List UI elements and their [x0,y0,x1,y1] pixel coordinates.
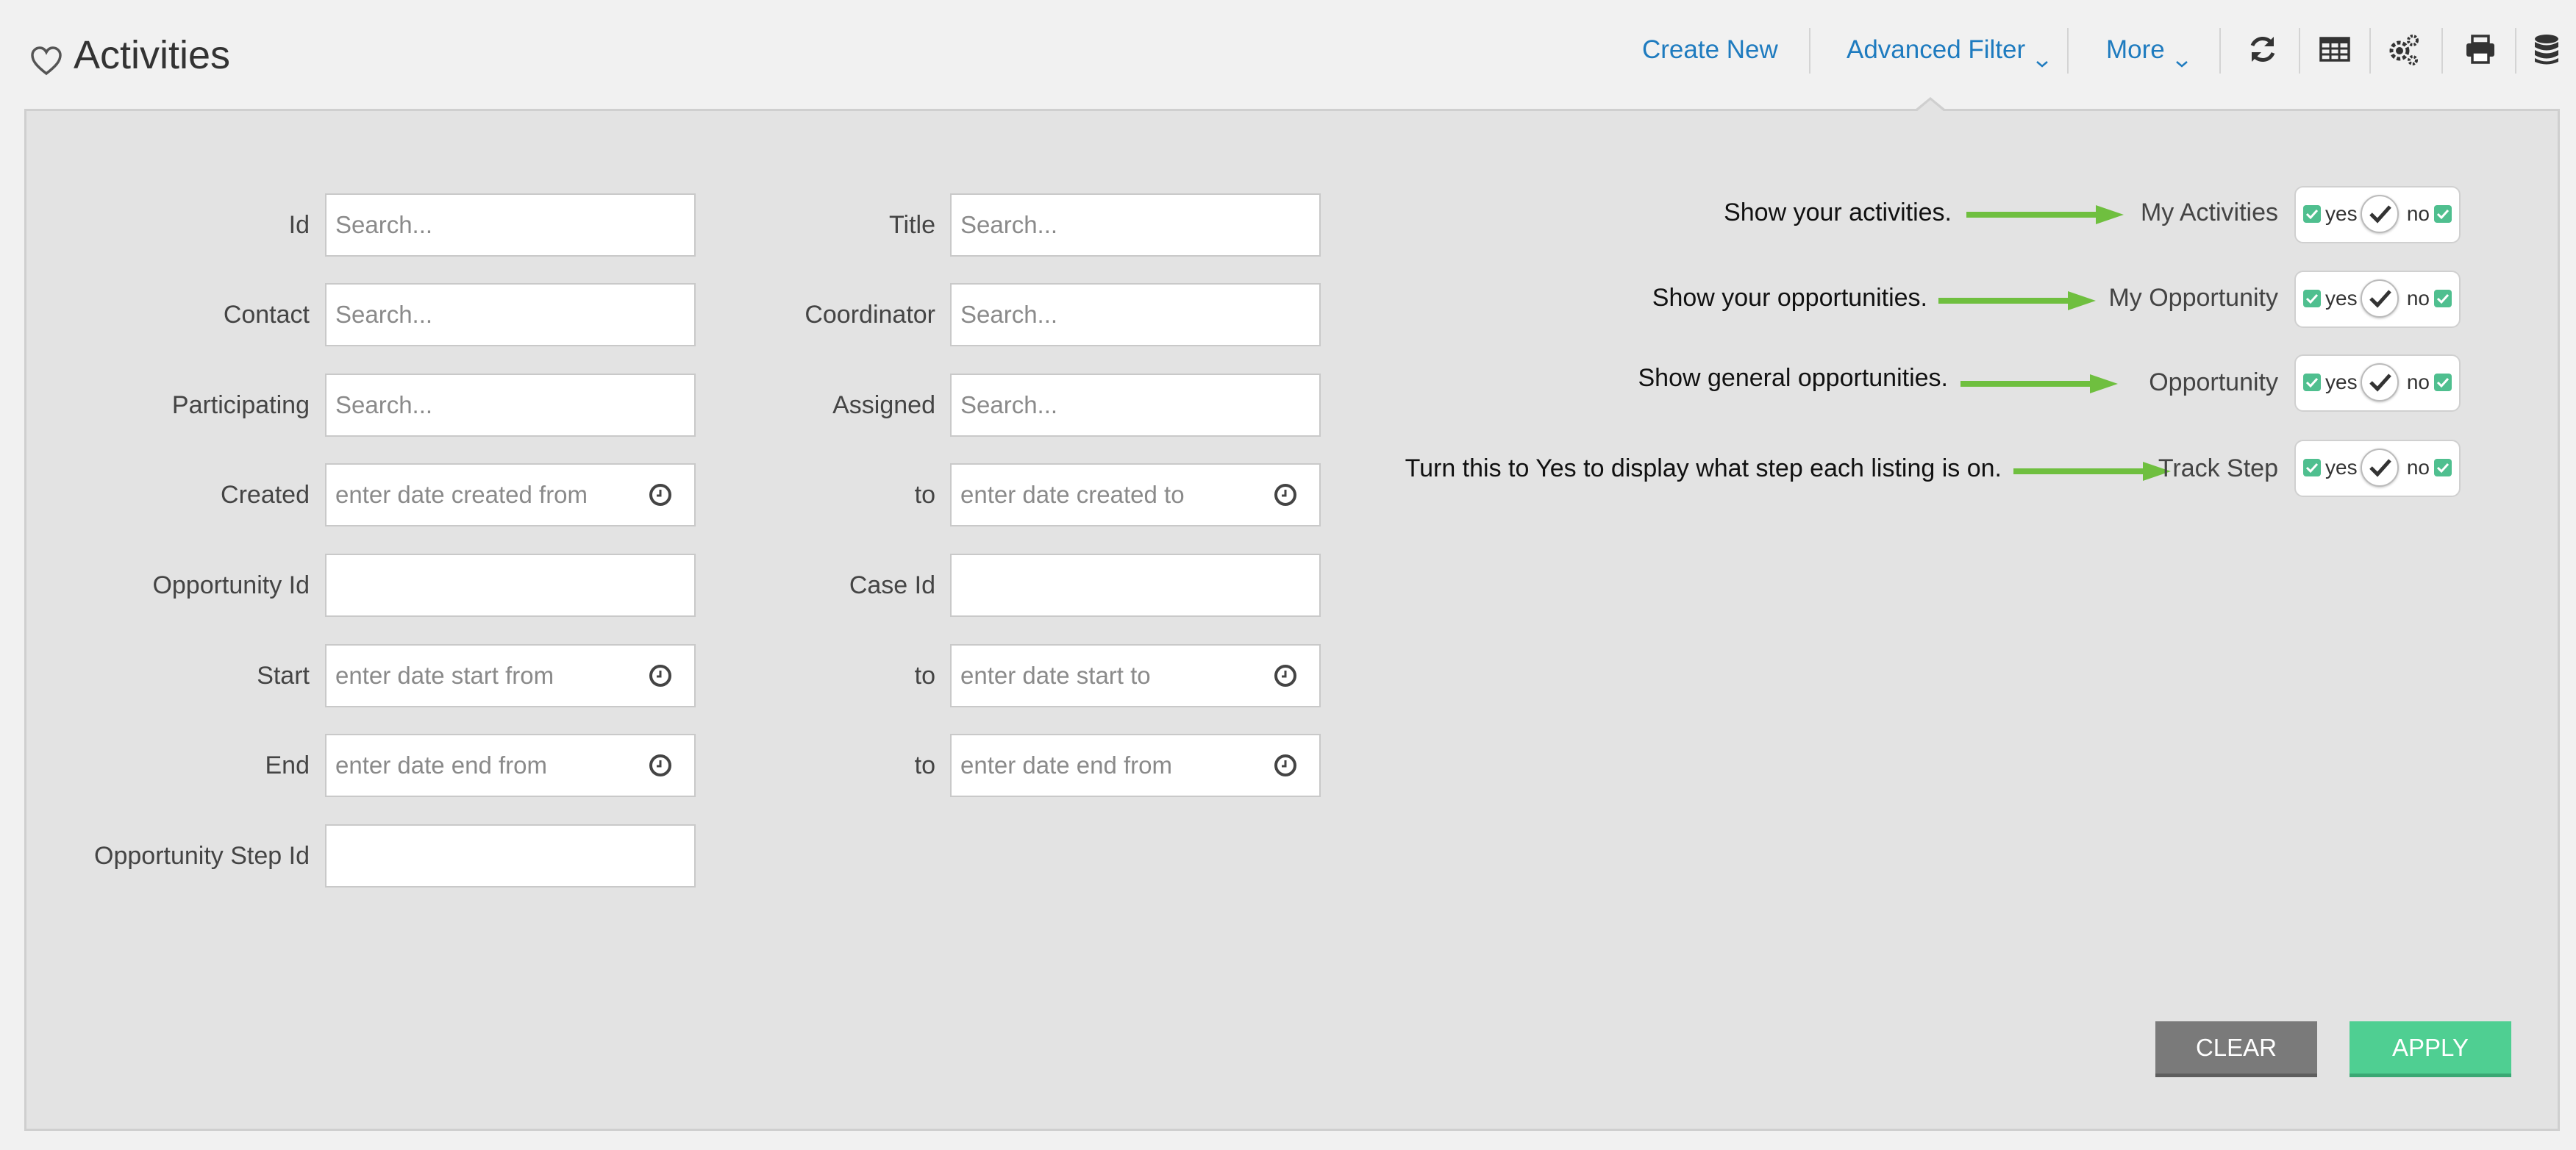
annotation-text: Show your activities. [1724,199,1952,226]
yes-label: yes [2325,456,2358,479]
nav-divider [1809,28,1810,74]
no-label: no [2406,202,2430,225]
database-icon[interactable] [2530,32,2563,66]
annotation-text: Show your opportunities. [1652,284,1927,312]
title-search-input[interactable] [950,193,1321,257]
participating-label: Participating [171,391,310,419]
page-header: Activities Create New Advanced Filter Mo… [0,0,2576,110]
check-icon [2303,459,2321,476]
toolbar-divider [2515,28,2516,74]
opportunity-toggle[interactable]: yes no [2294,354,2461,412]
create-new-label: Create New [1642,35,1778,64]
start-to-date-input[interactable] [950,644,1321,707]
advanced-filter-panel [24,109,2560,1131]
check-icon [2434,205,2452,223]
case-id-label: Case Id [849,571,935,599]
check-icon [2434,459,2452,476]
toolbar-divider [2369,28,2371,74]
green-arrow-icon [1966,204,2125,226]
no-label: no [2406,456,2430,479]
apply-button[interactable]: APPLY [2350,1021,2511,1077]
toolbar-divider [2441,28,2443,74]
more-dropdown[interactable]: More [2106,26,2188,74]
contact-label: Contact [223,301,310,329]
clock-icon[interactable] [648,663,673,688]
yes-label: yes [2325,287,2358,310]
my-opportunity-toggle[interactable]: yes no [2294,271,2461,328]
check-icon [2303,205,2321,223]
print-icon[interactable] [2463,32,2497,66]
nav-divider [2067,28,2069,74]
check-icon [2434,374,2452,391]
start-to-label: to [914,662,935,690]
track-step-toggle[interactable]: yes no [2294,440,2461,497]
opportunity-id-label: Opportunity Id [152,571,310,599]
created-to-label: to [914,481,935,509]
id-label: Id [288,211,310,239]
chevron-down-icon [2036,46,2049,68]
coordinator-search-input[interactable] [950,283,1321,346]
title-label: Title [889,211,935,239]
green-arrow-icon [1960,373,2119,395]
id-search-input[interactable] [325,193,696,257]
opportunity-step-id-label: Opportunity Step Id [94,842,310,870]
opportunity-id-input[interactable] [325,554,696,617]
toggle-knob[interactable] [2361,363,2399,401]
my-opportunity-label: My Opportunity [2108,284,2278,312]
page-title: Activities [74,33,231,77]
advanced-filter-label: Advanced Filter [1847,35,2026,64]
case-id-input[interactable] [950,554,1321,617]
no-label: no [2406,371,2430,393]
assigned-search-input[interactable] [950,374,1321,437]
clock-icon[interactable] [1273,663,1298,688]
track-step-label: Track Step [2158,454,2278,482]
clock-icon[interactable] [1273,753,1298,778]
toggle-knob[interactable] [2361,279,2399,318]
assigned-label: Assigned [832,391,935,419]
created-to-date-input[interactable] [950,463,1321,526]
table-icon[interactable] [2318,32,2352,66]
opportunity-step-id-input[interactable] [325,824,696,888]
panel-caret [1916,100,1944,112]
heart-icon[interactable] [29,46,63,76]
created-from-date-input[interactable] [325,463,696,526]
more-label: More [2106,35,2165,64]
annotation-text: Turn this to Yes to display what step ea… [1405,454,2002,482]
my-activities-toggle[interactable]: yes no [2294,186,2461,243]
create-new-link[interactable]: Create New [1642,26,1778,74]
nav-divider [2219,28,2221,74]
my-activities-label: My Activities [2140,199,2278,226]
clear-button[interactable]: CLEAR [2155,1021,2317,1077]
toolbar-divider [2299,28,2300,74]
check-icon [2303,374,2321,391]
end-to-label: to [914,751,935,779]
contact-search-input[interactable] [325,283,696,346]
gears-icon[interactable] [2387,32,2421,66]
advanced-filter-dropdown[interactable]: Advanced Filter [1847,26,2049,74]
toggle-knob[interactable] [2361,449,2399,487]
yes-label: yes [2325,371,2358,393]
chevron-down-icon [2175,46,2188,68]
end-to-date-input[interactable] [950,734,1321,797]
coordinator-label: Coordinator [804,301,935,329]
annotation-text: Show general opportunities. [1638,364,1949,392]
clock-icon[interactable] [1273,482,1298,507]
end-label: End [265,751,310,779]
check-icon [2434,290,2452,307]
no-label: no [2406,287,2430,310]
opportunity-label: Opportunity [2149,368,2278,396]
toggle-knob[interactable] [2361,195,2399,233]
green-arrow-icon [2013,460,2172,482]
clock-icon[interactable] [648,482,673,507]
start-from-date-input[interactable] [325,644,696,707]
refresh-icon[interactable] [2246,32,2280,66]
created-label: Created [221,481,310,509]
end-from-date-input[interactable] [325,734,696,797]
participating-search-input[interactable] [325,374,696,437]
clock-icon[interactable] [648,753,673,778]
yes-label: yes [2325,202,2358,225]
start-label: Start [257,662,310,690]
check-icon [2303,290,2321,307]
green-arrow-icon [1938,290,2097,312]
